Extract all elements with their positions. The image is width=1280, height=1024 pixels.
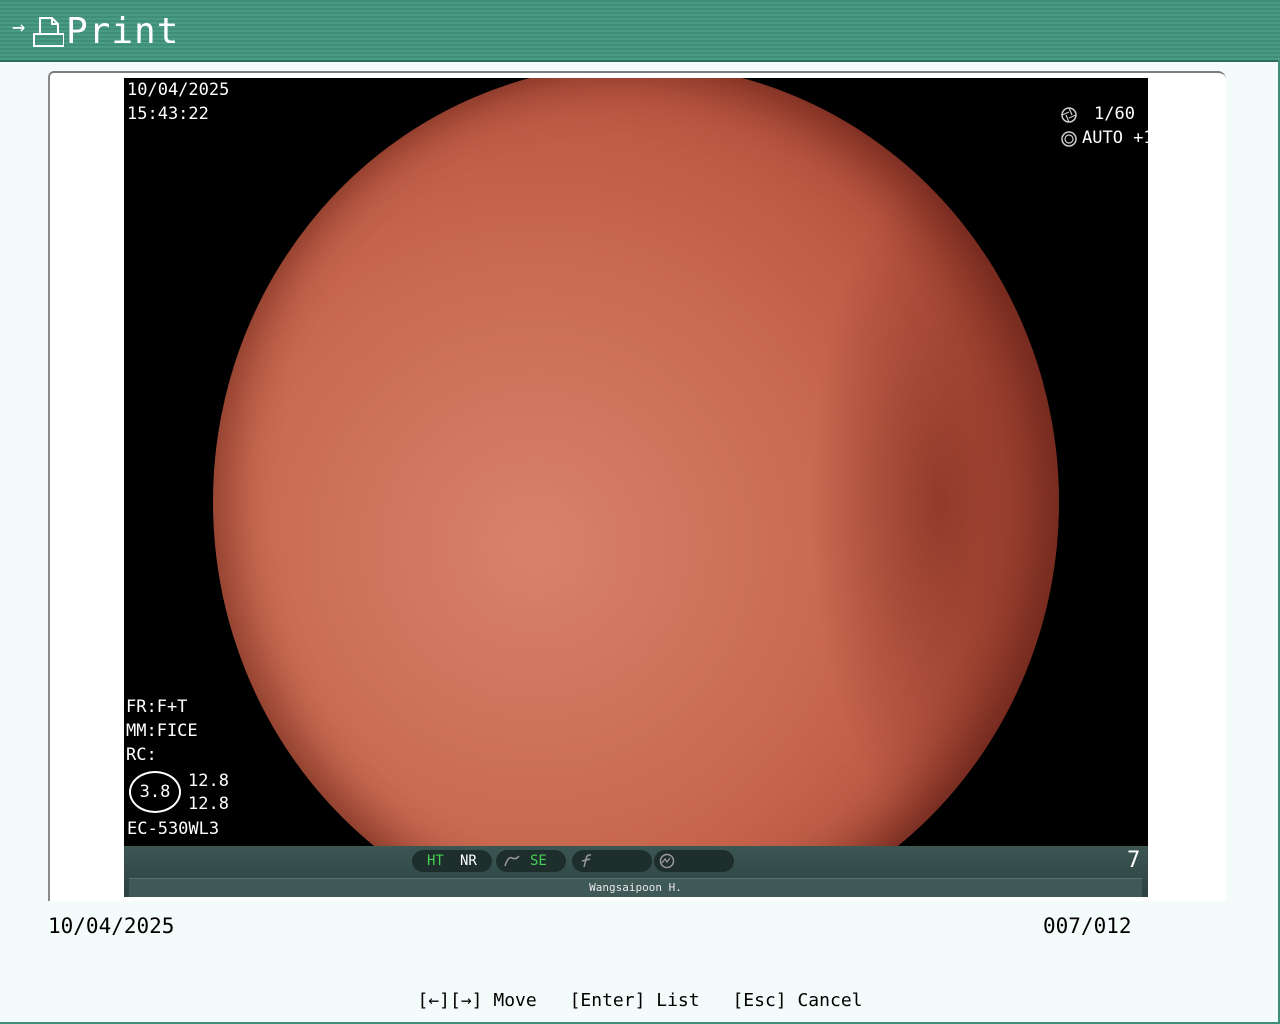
function-pill <box>572 850 652 872</box>
gauge-pill <box>654 850 734 872</box>
arrow-icon: → <box>12 15 26 40</box>
image-date: 10/04/2025 <box>127 80 230 100</box>
function-icon <box>581 854 592 868</box>
iris-mode: AUTO +1 <box>1082 128 1148 148</box>
operator-bar: Wangsaipoon H. <box>129 878 1142 897</box>
shutter-speed: 1/60 <box>1094 104 1135 124</box>
rc-setting: RC: <box>126 745 157 765</box>
title-bar: → Print <box>0 0 1280 62</box>
page-title: Print <box>66 11 180 52</box>
iris-icon <box>1061 131 1077 147</box>
endoscopy-image[interactable]: 10/04/2025 15:43:22 1/60 AUTO +1 FR:F+T … <box>124 78 1148 897</box>
status-strip: HT NR SE 7 Wangsaipoon H. <box>124 846 1148 897</box>
list-hint[interactable]: [Enter] List <box>570 990 700 1011</box>
nr-label: NR <box>460 853 477 869</box>
ht-nr-pill: HT NR <box>412 850 492 872</box>
value-top: 12.8 <box>188 771 229 791</box>
shutter-icon <box>1061 107 1077 123</box>
curve-icon <box>504 855 520 867</box>
image-time: 15:43:22 <box>127 104 209 124</box>
value-bottom: 12.8 <box>188 794 229 814</box>
ht-label: HT <box>427 853 444 869</box>
operator-name: Wangsaipoon H. <box>589 881 682 894</box>
gauge-icon <box>659 853 675 869</box>
fr-setting: FR:F+T <box>126 697 188 717</box>
se-label: SE <box>530 853 547 869</box>
scope-model: EC-530WL3 <box>127 819 220 839</box>
cancel-hint[interactable]: [Esc] Cancel <box>732 990 862 1011</box>
move-hint[interactable]: [←][→] Move <box>418 990 537 1011</box>
zoom-indicator: 3.8 <box>129 771 181 813</box>
key-hints: [←][→] Move [Enter] List [Esc] Cancel <box>0 988 1280 1014</box>
se-pill: SE <box>496 850 566 872</box>
image-index: 7 <box>1127 848 1141 873</box>
endoscopic-view <box>213 78 1059 897</box>
image-counter: 007/012 <box>1043 914 1132 938</box>
footer-date: 10/04/2025 <box>48 914 175 938</box>
print-icon <box>33 17 64 47</box>
mm-setting: MM:FICE <box>126 721 198 741</box>
